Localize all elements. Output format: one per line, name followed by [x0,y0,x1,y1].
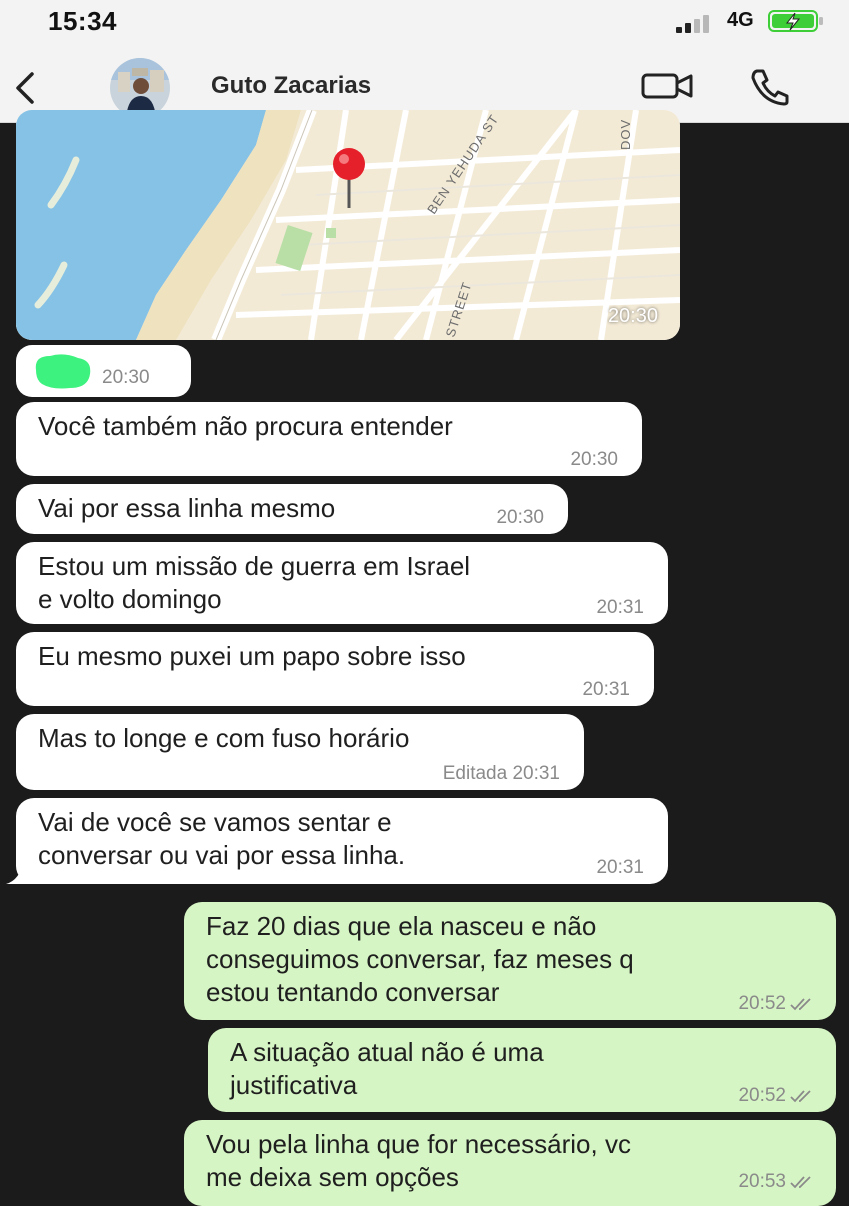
chevron-left-icon[interactable] [10,70,40,106]
message-time-value: 20:52 [738,993,786,1014]
message-bubble-incoming[interactable]: Estou um missão de guerra em Israel e vo… [16,542,668,624]
message-bubble-incoming[interactable]: Você também não procura entender 20:30 [16,402,642,476]
message-bubble-outgoing[interactable]: Faz 20 dias que ela nasceu e não consegu… [184,902,836,1020]
message-text: Estou um missão de guerra em Israel [38,551,471,581]
message-text: estou tentando conversar [206,977,500,1007]
message-time: 20:30 [570,449,618,470]
message-time: 20:30 [102,367,150,388]
redacted-message[interactable]: 20:30 [16,345,191,397]
message-text: conseguimos conversar, faz meses q [206,944,634,974]
message-bubble-outgoing[interactable]: Vou pela linha que for necessário, vc me… [184,1120,836,1206]
status-time: 15:34 [48,6,117,36]
message-time: 20:31 [582,679,630,700]
double-check-icon [790,1176,811,1189]
message-text: Vai de você se vamos sentar e [38,807,392,837]
message-bubble-incoming[interactable]: Mas to longe e com fuso horário Editada … [16,714,584,790]
message-text: Faz 20 dias que ela nasceu e não [206,911,597,941]
message-text: justificativa [230,1070,358,1100]
message-time: 20:30 [496,507,544,528]
map-pin-icon [333,148,365,180]
network-type: 4G [727,9,754,31]
message-time-value: 20:53 [738,1171,786,1192]
location-message[interactable]: BEN YEHUDA ST STREET DOV 20:30 [16,110,680,340]
message-bubble-incoming[interactable]: Vai por essa linha mesmo 20:30 [16,484,568,534]
double-check-icon [790,998,811,1011]
message-time: 20:53 [738,1172,816,1192]
message-time: Editada 20:31 [442,763,560,784]
battery-charging-icon [768,10,823,32]
signal-icon [676,15,709,33]
phone-icon[interactable] [748,68,792,106]
message-bubble-incoming[interactable]: Eu mesmo puxei um papo sobre isso 20:31 [16,632,654,706]
video-camera-icon[interactable] [640,70,696,102]
double-check-icon [790,1090,811,1103]
contact-name[interactable]: Guto Zacarias [211,72,371,100]
message-text: A situação atual não é uma [230,1037,544,1067]
message-text: me deixa sem opções [206,1162,459,1192]
message-time: 20:31 [596,597,644,618]
message-time: 20:30 [607,305,658,327]
avatar-photo [110,58,170,118]
message-text: e volto domingo [38,584,222,614]
message-time: 20:52 [738,1086,816,1106]
message-text: conversar ou vai por essa linha. [38,840,406,870]
map-label-dov: DOV [618,119,633,150]
avatar[interactable] [110,58,170,118]
status-bar: 15:34 4G [0,0,849,50]
message-time: 20:52 [738,994,816,1014]
message-bubble-incoming[interactable]: Vai de você se vamos sentar e conversar … [16,798,668,884]
message-text: Você também não procura entender [38,411,453,441]
map-thumbnail: BEN YEHUDA ST STREET DOV [16,110,680,340]
message-bubble-outgoing[interactable]: A situação atual não é uma justificativa… [208,1028,836,1112]
redaction-blob [35,354,91,389]
message-text: Vou pela linha que for necessário, vc [206,1129,631,1159]
message-time-value: 20:52 [738,1085,786,1106]
message-text: Vai por essa linha mesmo [38,493,336,523]
message-text: Eu mesmo puxei um papo sobre isso [38,641,466,671]
message-time: 20:31 [596,857,644,878]
message-text: Mas to longe e com fuso horário [38,723,410,753]
